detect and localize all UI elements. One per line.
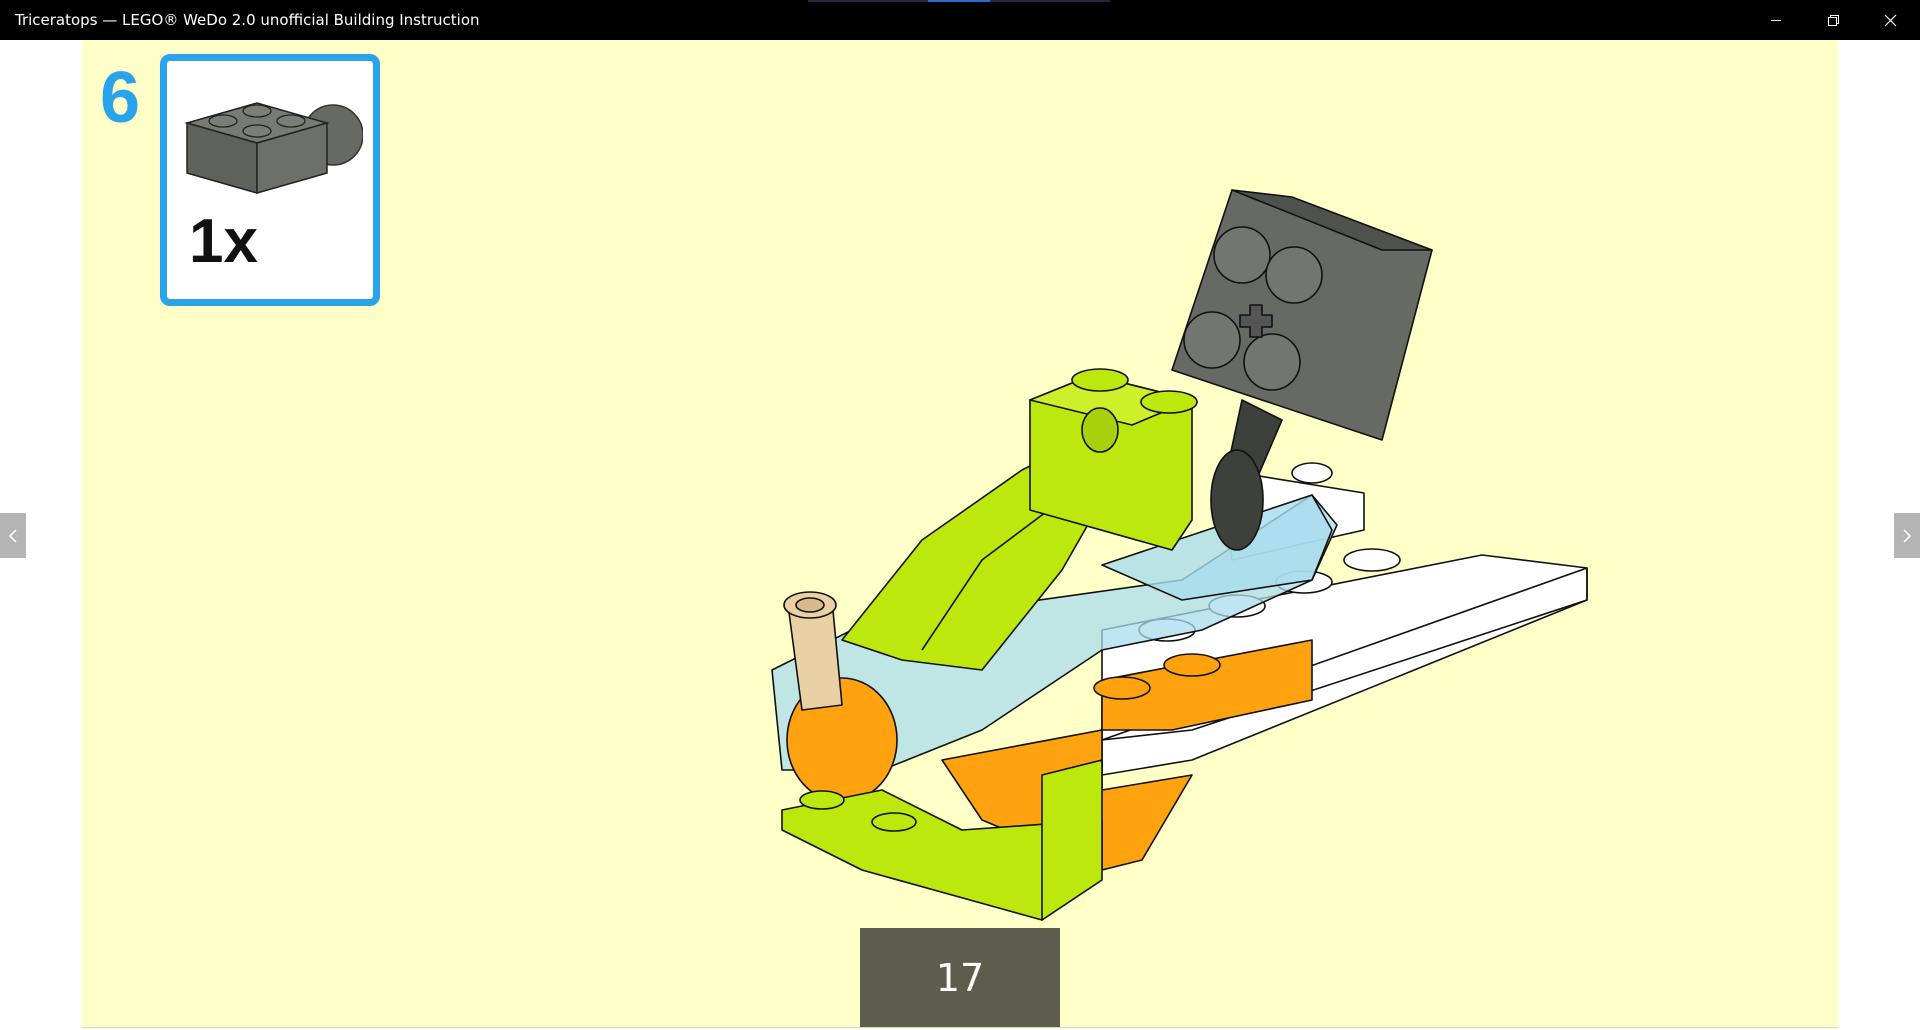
minimize-button[interactable] (1748, 0, 1804, 40)
next-page-button[interactable] (1894, 513, 1920, 558)
model-illustration (771, 189, 1588, 921)
close-button[interactable] (1862, 0, 1918, 40)
minimize-icon (1771, 20, 1781, 21)
window-title: Triceratops — LEGO® WeDo 2.0 unofficial … (15, 11, 480, 29)
chevron-right-icon (1903, 528, 1912, 543)
restore-icon (1827, 14, 1839, 26)
chevron-left-icon (8, 528, 17, 543)
page-number: 17 (860, 928, 1060, 1028)
previous-page-button[interactable] (0, 513, 26, 558)
instruction-page: 6 1x 17 (82, 40, 1838, 1028)
titlebar-indicator-accent (928, 0, 990, 2)
restore-button[interactable] (1805, 0, 1861, 40)
close-icon (1884, 14, 1896, 26)
window-titlebar: Triceratops — LEGO® WeDo 2.0 unofficial … (0, 0, 1920, 40)
page-divider (82, 1027, 1838, 1028)
